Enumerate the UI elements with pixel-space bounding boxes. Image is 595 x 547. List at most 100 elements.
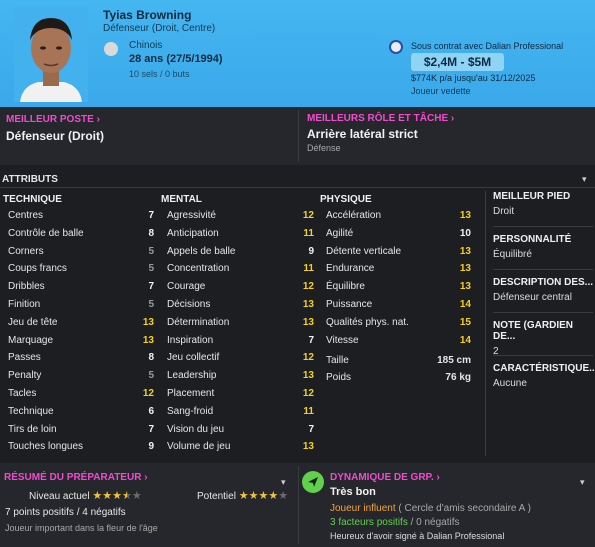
current-ability: Niveau actuel ★★★★★ [29,489,142,502]
attribute-value: 11 [303,263,314,275]
attribute-label: Puissance [326,299,373,310]
attribute-row[interactable]: Placement 12 [167,385,314,403]
club-badge-icon[interactable] [389,40,403,54]
attribute-value: 12 [302,352,314,364]
physique-column: Accélération 13 Agilité 10 Détente verticale… [326,207,471,351]
attribute-row[interactable]: Technique 6 [8,403,154,421]
attribute-row[interactable]: Coups francs 5 [8,260,154,278]
attribute-row[interactable]: Tacles 12 [8,385,154,403]
attribute-value: 13 [142,334,154,346]
attribute-row[interactable]: Endurance 13 [326,260,471,278]
attribute-value: 5 [148,263,154,275]
wage-text: $774K p/a jusqu'au 31/12/2025 [411,73,536,83]
attribute-label: Inspiration [167,334,214,346]
attribute-row[interactable]: Agilité 10 [326,225,471,243]
attribute-row[interactable]: Passes 8 [8,349,154,367]
attribute-row[interactable]: Appels de balle 9 [167,243,314,261]
attribute-row[interactable]: Courage 12 [167,278,314,296]
attribute-row[interactable]: Jeu collectif 12 [167,349,314,367]
attribute-row[interactable]: Détermination 13 [167,314,314,332]
attribute-row[interactable]: Volume de jeu 13 [167,438,314,456]
chevron-down-icon[interactable]: ▾ [582,174,587,185]
attribute-value: 13 [459,281,471,293]
attribute-label: Jeu de tête [8,316,58,328]
attribute-row[interactable]: Penalty 5 [8,367,154,385]
info-title: NOTE (GARDIEN DE... [493,320,573,342]
attribute-row[interactable]: Décisions 13 [167,296,314,314]
attribute-row[interactable]: Équilibre 13 [326,278,471,296]
height-label: Taille [326,355,349,366]
attribute-label: Touches longues [8,441,84,453]
best-position-link[interactable]: MEILLEUR POSTE › [6,114,100,125]
attribute-row[interactable]: Agressivité 12 [167,207,314,225]
info-title: PERSONNALITÉ [493,234,572,245]
attribute-row[interactable]: Dribbles 7 [8,278,154,296]
attribute-value: 13 [142,316,154,328]
positive-factors: 3 facteurs positifs [330,517,408,528]
attribute-row[interactable]: Anticipation 11 [167,225,314,243]
star-icon: ★ [112,490,122,502]
attribute-row[interactable]: Contrôle de balle 8 [8,225,154,243]
attribute-row[interactable]: Détente verticale 13 [326,243,471,261]
star-icon: ★ [92,490,103,502]
caps-goals[interactable]: 10 sels / 0 buts [129,69,190,79]
info-block: CARACTÉRISTIQUE... Aucune [493,363,595,389]
attribute-value: 13 [459,245,471,257]
dynamics-title: DYNAMIQUE DE GRP. [330,472,434,483]
attribute-value: 13 [459,210,471,221]
info-value: Aucune [493,378,527,389]
contract-text[interactable]: Sous contrat avec Dalian Professional [411,41,563,51]
info-block: PERSONNALITÉ Équilibré [493,234,593,270]
best-role-link[interactable]: MEILLEURS RÔLE ET TÂCHE › [307,113,454,124]
attribute-row[interactable]: Vitesse 14 [326,332,471,350]
age-value: 28 ans [129,53,164,65]
attribute-label: Finition [8,299,41,310]
divider [493,312,593,313]
coach-report-link[interactable]: RÉSUMÉ DU PRÉPARATEUR › [4,472,148,483]
attribute-label: Technique [8,405,54,417]
attribute-value: 7 [148,210,154,221]
attribute-label: Qualités phys. nat. [326,316,409,328]
star-icon: ★ [248,490,259,502]
divider [298,110,299,162]
attribute-row[interactable]: Centres 7 [8,207,154,225]
mental-title: MENTAL [161,194,202,205]
attribute-row[interactable]: Puissance 14 [326,296,471,314]
factors-line: 3 facteurs positifs / 0 négatifs [330,517,460,528]
attribute-value: 8 [148,227,154,239]
dynamics-value: Très bon [330,486,376,498]
attribute-value: 12 [142,388,154,399]
attribute-row[interactable]: Corners 5 [8,243,154,261]
chevron-down-icon[interactable]: ▾ [580,477,585,488]
attribute-row[interactable]: Inspiration 7 [167,332,314,350]
attribute-value: 9 [148,441,154,453]
best-role-value: Arrière latéral strict [307,127,418,141]
weight-label: Poids [326,372,352,383]
info-value: Équilibré [493,249,532,260]
attribute-row[interactable]: Tirs de loin 7 [8,421,154,439]
dynamics-link[interactable]: DYNAMIQUE DE GRP. › [330,472,440,483]
influence-line: Joueur influent ( Cercle d'amis secondai… [330,503,531,514]
divider [493,269,593,270]
player-age: 28 ans (27/5/1994) [129,53,223,65]
info-title: MEILLEUR PIED [493,191,571,202]
attribute-row[interactable]: Leadership 13 [167,367,314,385]
attribute-row[interactable]: Sang-froid 11 [167,403,314,421]
attribute-row[interactable]: Vision du jeu 7 [167,421,314,439]
attribute-row[interactable]: Concentration 11 [167,260,314,278]
attribute-row[interactable]: Touches longues 9 [8,438,154,456]
attribute-label: Décisions [167,299,211,310]
star-icon: ★ [268,490,279,502]
attribute-row[interactable]: Finition 5 [8,296,154,314]
attribute-row[interactable]: Qualités phys. nat. 15 [326,314,471,332]
attribute-row[interactable]: Jeu de tête 13 [8,314,154,332]
attribute-row[interactable]: Marquage 13 [8,332,154,350]
attribute-row[interactable]: Accélération 13 [326,207,471,225]
attribute-label: Sang-froid [167,405,214,417]
coach-report-title: RÉSUMÉ DU PRÉPARATEUR [4,472,142,483]
chevron-down-icon[interactable]: ▾ [281,477,286,488]
attribute-value: 11 [303,227,314,239]
attribute-value: 11 [303,405,314,417]
attribute-label: Contrôle de balle [8,227,84,239]
attribute-label: Coups francs [8,263,67,275]
